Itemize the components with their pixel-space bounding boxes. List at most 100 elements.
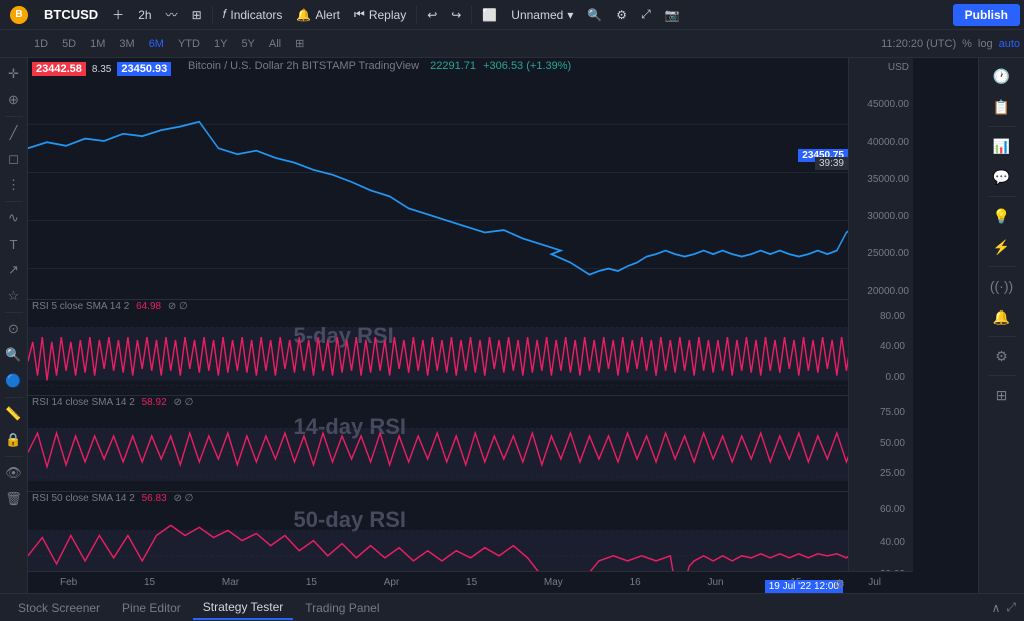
rsi14-50: 50.00 bbox=[849, 438, 909, 449]
publish-button[interactable]: Publish bbox=[953, 4, 1020, 26]
rt-chart-extra[interactable]: 📊 bbox=[984, 132, 1020, 160]
rsi14-header: RSI 14 close SMA 14 2 58.92 ⊘ ∅ bbox=[32, 397, 193, 408]
lt-sep-1 bbox=[5, 116, 23, 117]
rt-grid[interactable]: ⊞ bbox=[984, 381, 1020, 409]
layout-btn[interactable]: ⬜ bbox=[476, 5, 503, 25]
time-badge: 39:39 bbox=[815, 157, 848, 170]
rt-settings[interactable]: ⚙ bbox=[984, 342, 1020, 370]
alert-btn[interactable]: 🔔 Alert bbox=[290, 5, 346, 25]
unnamed-btn[interactable]: Unnamed ▾ bbox=[505, 5, 579, 25]
search-btn[interactable]: 🔍 bbox=[581, 5, 608, 25]
lt-trash[interactable]: 🗑 bbox=[2, 487, 26, 511]
tab-strategy-tester[interactable]: Strategy Tester bbox=[193, 596, 293, 620]
lt-dot[interactable]: ⊕ bbox=[2, 88, 26, 112]
lt-measure[interactable]: ⊙ bbox=[2, 317, 26, 341]
symbol-btn[interactable]: BTCUSD bbox=[38, 4, 104, 25]
rsi14-value: 58.92 bbox=[142, 397, 167, 408]
lt-wave[interactable]: ∿ bbox=[2, 206, 26, 230]
compare-btn[interactable]: ⊞ bbox=[186, 5, 208, 25]
lt-rect[interactable]: ◻ bbox=[2, 147, 26, 171]
rt-notification[interactable]: 🔔 bbox=[984, 303, 1020, 331]
bottom-panel-controls: ∧ ⤢ bbox=[992, 600, 1016, 615]
price-40k: 40000.00 bbox=[849, 137, 913, 148]
tf-all[interactable]: All bbox=[263, 36, 287, 52]
add-symbol-btn[interactable]: ＋ bbox=[106, 3, 130, 26]
tf-5y[interactable]: 5Y bbox=[235, 36, 260, 52]
time-may: May bbox=[544, 577, 563, 588]
tf-5d[interactable]: 5D bbox=[56, 36, 82, 52]
tradingview-logo: B bbox=[10, 6, 28, 24]
logo-btn[interactable]: B bbox=[4, 3, 36, 27]
rsi14-75: 75.00 bbox=[849, 407, 909, 418]
log-toggle[interactable]: log bbox=[978, 38, 993, 50]
fullscreen-btn[interactable]: ⤢ bbox=[635, 4, 657, 25]
chart-area: 23442.58 8.35 23450.93 Bitcoin / U.S. Do… bbox=[28, 58, 978, 593]
bid-price-tag: 23442.58 bbox=[32, 62, 86, 76]
tab-trading-panel[interactable]: Trading Panel bbox=[295, 597, 389, 619]
time-jun: Jun bbox=[707, 577, 723, 588]
time-may16: 16 bbox=[630, 577, 641, 588]
snapshot-btn[interactable]: 📷 bbox=[659, 5, 686, 25]
tf-1y[interactable]: 1Y bbox=[208, 36, 233, 52]
lt-arrow[interactable]: ↗ bbox=[2, 258, 26, 282]
tf-1m[interactable]: 1M bbox=[84, 36, 111, 52]
tab-pine-editor[interactable]: Pine Editor bbox=[112, 597, 191, 619]
tf-1d[interactable]: 1D bbox=[28, 36, 54, 52]
right-toolbar: 🕐 📋 📊 💬 💡 ⚡ ((·)) 🔔 ⚙ ⊞ bbox=[978, 58, 1024, 593]
indicators-label: Indicators bbox=[230, 8, 282, 22]
tf-custom[interactable]: ⊞ bbox=[289, 35, 310, 52]
rt-screener[interactable]: ⚡ bbox=[984, 233, 1020, 261]
spread-label: 8.35 bbox=[92, 64, 111, 75]
rt-sep-2 bbox=[988, 196, 1016, 197]
lt-more-lines[interactable]: ⋮ bbox=[2, 173, 26, 197]
panel-collapse-btn[interactable]: ∧ bbox=[992, 601, 1001, 615]
rt-alerts[interactable]: ((·)) bbox=[984, 272, 1020, 300]
rt-chat[interactable]: 💬 bbox=[984, 163, 1020, 191]
currency-label: USD bbox=[849, 60, 913, 73]
lt-sep-5 bbox=[5, 456, 23, 457]
panel-expand-btn[interactable]: ⤢ bbox=[1006, 600, 1016, 615]
replay-btn[interactable]: ⏮ Replay bbox=[348, 4, 412, 25]
rsi5-40: 40.00 bbox=[849, 341, 909, 352]
time-axis-settings[interactable]: ⚙ bbox=[834, 577, 845, 591]
rsi5-scale: 80.00 40.00 0.00 bbox=[848, 299, 913, 395]
left-toolbar: ✛ ⊕ ╱ ◻ ⋮ ∿ T ↗ ☆ ⊙ 🔍 🔵 📏 🔒 👁 🗑 bbox=[0, 58, 28, 593]
percent-toggle[interactable]: % bbox=[962, 38, 972, 50]
tf-6m[interactable]: 6M bbox=[143, 36, 170, 52]
lt-crosshair[interactable]: ✛ bbox=[2, 62, 26, 86]
tab-stock-screener[interactable]: Stock Screener bbox=[8, 597, 110, 619]
lt-lock[interactable]: 🔒 bbox=[2, 428, 26, 452]
settings-btn[interactable]: ⚙ bbox=[610, 5, 633, 25]
indicators-btn[interactable]: 𝑓 Indicators bbox=[217, 4, 289, 25]
chart-type-btn[interactable]: 〰 bbox=[160, 3, 184, 26]
time-axis: Feb 15 Mar 15 Apr 15 May 16 Jun 15 Jul 1… bbox=[28, 571, 913, 593]
rsi14-panel: RSI 14 close SMA 14 2 58.92 ⊘ ∅ 14-day R… bbox=[28, 395, 913, 491]
alert-label: Alert bbox=[315, 8, 340, 22]
time-apr: Apr bbox=[384, 577, 400, 588]
price-25k: 25000.00 bbox=[849, 248, 913, 259]
chart-header: 23442.58 8.35 23450.93 bbox=[32, 62, 171, 76]
lt-text[interactable]: T bbox=[2, 232, 26, 256]
time-feb: Feb bbox=[60, 577, 77, 588]
alert-icon: 🔔 bbox=[296, 8, 311, 22]
rsi5-80: 80.00 bbox=[849, 311, 909, 322]
chart-canvas: 23442.58 8.35 23450.93 Bitcoin / U.S. Do… bbox=[28, 58, 978, 593]
tf-ytd[interactable]: YTD bbox=[172, 36, 206, 52]
undo-btn[interactable]: ↩ bbox=[421, 5, 443, 25]
interval-btn[interactable]: 2h bbox=[132, 5, 157, 25]
lt-magnet[interactable]: 🔵 bbox=[2, 369, 26, 393]
rt-watchlist[interactable]: 🕐 bbox=[984, 62, 1020, 90]
lt-star[interactable]: ☆ bbox=[2, 284, 26, 308]
tf-3m[interactable]: 3M bbox=[113, 36, 140, 52]
auto-toggle[interactable]: auto bbox=[999, 38, 1020, 50]
lt-line[interactable]: ╱ bbox=[2, 121, 26, 145]
rt-sep-1 bbox=[988, 126, 1016, 127]
rsi50-60: 60.00 bbox=[849, 504, 909, 515]
lt-eye[interactable]: 👁 bbox=[2, 461, 26, 485]
lt-ruler[interactable]: 📏 bbox=[2, 402, 26, 426]
btc-price-chart bbox=[28, 76, 913, 317]
redo-btn[interactable]: ↪ bbox=[445, 5, 467, 25]
lt-zoom[interactable]: 🔍 bbox=[2, 343, 26, 367]
rt-calendar[interactable]: 📋 bbox=[984, 93, 1020, 121]
rt-ideas[interactable]: 💡 bbox=[984, 202, 1020, 230]
